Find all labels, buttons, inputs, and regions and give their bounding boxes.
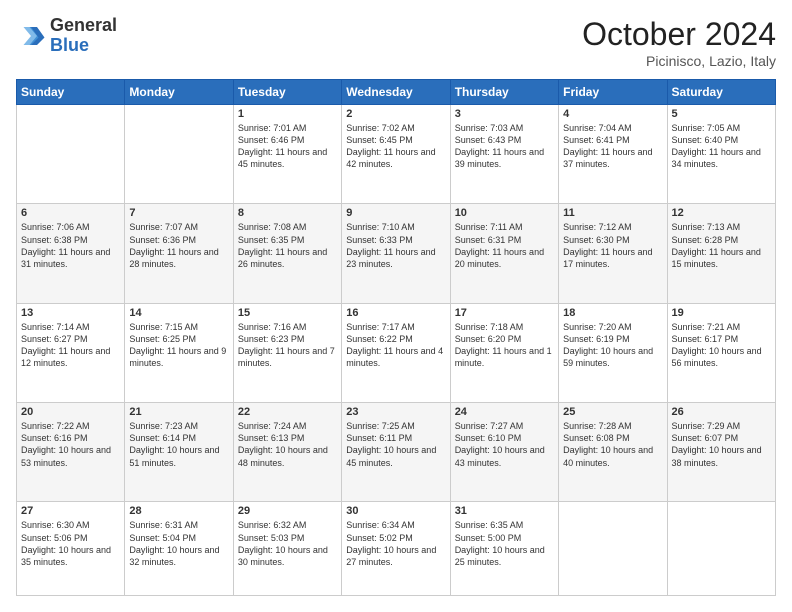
table-row: 20Sunrise: 7:22 AMSunset: 6:16 PMDayligh… xyxy=(17,403,125,502)
table-row: 24Sunrise: 7:27 AMSunset: 6:10 PMDayligh… xyxy=(450,403,558,502)
table-row: 10Sunrise: 7:11 AMSunset: 6:31 PMDayligh… xyxy=(450,204,558,303)
col-saturday: Saturday xyxy=(667,80,775,105)
table-row: 7Sunrise: 7:07 AMSunset: 6:36 PMDaylight… xyxy=(125,204,233,303)
col-thursday: Thursday xyxy=(450,80,558,105)
logo: General Blue xyxy=(16,16,117,56)
table-row: 23Sunrise: 7:25 AMSunset: 6:11 PMDayligh… xyxy=(342,403,450,502)
logo-text: General Blue xyxy=(50,16,117,56)
table-row: 25Sunrise: 7:28 AMSunset: 6:08 PMDayligh… xyxy=(559,403,667,502)
col-friday: Friday xyxy=(559,80,667,105)
col-wednesday: Wednesday xyxy=(342,80,450,105)
calendar: Sunday Monday Tuesday Wednesday Thursday… xyxy=(16,79,776,596)
table-row: 6Sunrise: 7:06 AMSunset: 6:38 PMDaylight… xyxy=(17,204,125,303)
table-row: 14Sunrise: 7:15 AMSunset: 6:25 PMDayligh… xyxy=(125,303,233,402)
table-row: 4Sunrise: 7:04 AMSunset: 6:41 PMDaylight… xyxy=(559,105,667,204)
table-row: 18Sunrise: 7:20 AMSunset: 6:19 PMDayligh… xyxy=(559,303,667,402)
table-row: 28Sunrise: 6:31 AMSunset: 5:04 PMDayligh… xyxy=(125,502,233,596)
table-row: 1Sunrise: 7:01 AMSunset: 6:46 PMDaylight… xyxy=(233,105,341,204)
table-row xyxy=(559,502,667,596)
col-tuesday: Tuesday xyxy=(233,80,341,105)
table-row xyxy=(17,105,125,204)
table-row: 9Sunrise: 7:10 AMSunset: 6:33 PMDaylight… xyxy=(342,204,450,303)
table-row xyxy=(667,502,775,596)
table-row: 13Sunrise: 7:14 AMSunset: 6:27 PMDayligh… xyxy=(17,303,125,402)
col-sunday: Sunday xyxy=(17,80,125,105)
table-row: 15Sunrise: 7:16 AMSunset: 6:23 PMDayligh… xyxy=(233,303,341,402)
logo-blue: Blue xyxy=(50,36,117,56)
table-row: 12Sunrise: 7:13 AMSunset: 6:28 PMDayligh… xyxy=(667,204,775,303)
header: General Blue October 2024 Picinisco, Laz… xyxy=(16,16,776,69)
col-monday: Monday xyxy=(125,80,233,105)
table-row: 2Sunrise: 7:02 AMSunset: 6:45 PMDaylight… xyxy=(342,105,450,204)
table-row: 29Sunrise: 6:32 AMSunset: 5:03 PMDayligh… xyxy=(233,502,341,596)
logo-general: General xyxy=(50,16,117,36)
table-row: 22Sunrise: 7:24 AMSunset: 6:13 PMDayligh… xyxy=(233,403,341,502)
table-row xyxy=(125,105,233,204)
month-title: October 2024 xyxy=(582,16,776,53)
table-row: 27Sunrise: 6:30 AMSunset: 5:06 PMDayligh… xyxy=(17,502,125,596)
logo-icon xyxy=(16,21,46,51)
table-row: 16Sunrise: 7:17 AMSunset: 6:22 PMDayligh… xyxy=(342,303,450,402)
table-row: 30Sunrise: 6:34 AMSunset: 5:02 PMDayligh… xyxy=(342,502,450,596)
table-row: 19Sunrise: 7:21 AMSunset: 6:17 PMDayligh… xyxy=(667,303,775,402)
calendar-header-row: Sunday Monday Tuesday Wednesday Thursday… xyxy=(17,80,776,105)
table-row: 3Sunrise: 7:03 AMSunset: 6:43 PMDaylight… xyxy=(450,105,558,204)
table-row: 8Sunrise: 7:08 AMSunset: 6:35 PMDaylight… xyxy=(233,204,341,303)
table-row: 26Sunrise: 7:29 AMSunset: 6:07 PMDayligh… xyxy=(667,403,775,502)
table-row: 11Sunrise: 7:12 AMSunset: 6:30 PMDayligh… xyxy=(559,204,667,303)
title-block: October 2024 Picinisco, Lazio, Italy xyxy=(582,16,776,69)
table-row: 31Sunrise: 6:35 AMSunset: 5:00 PMDayligh… xyxy=(450,502,558,596)
table-row: 5Sunrise: 7:05 AMSunset: 6:40 PMDaylight… xyxy=(667,105,775,204)
table-row: 21Sunrise: 7:23 AMSunset: 6:14 PMDayligh… xyxy=(125,403,233,502)
location-subtitle: Picinisco, Lazio, Italy xyxy=(582,53,776,69)
table-row: 17Sunrise: 7:18 AMSunset: 6:20 PMDayligh… xyxy=(450,303,558,402)
